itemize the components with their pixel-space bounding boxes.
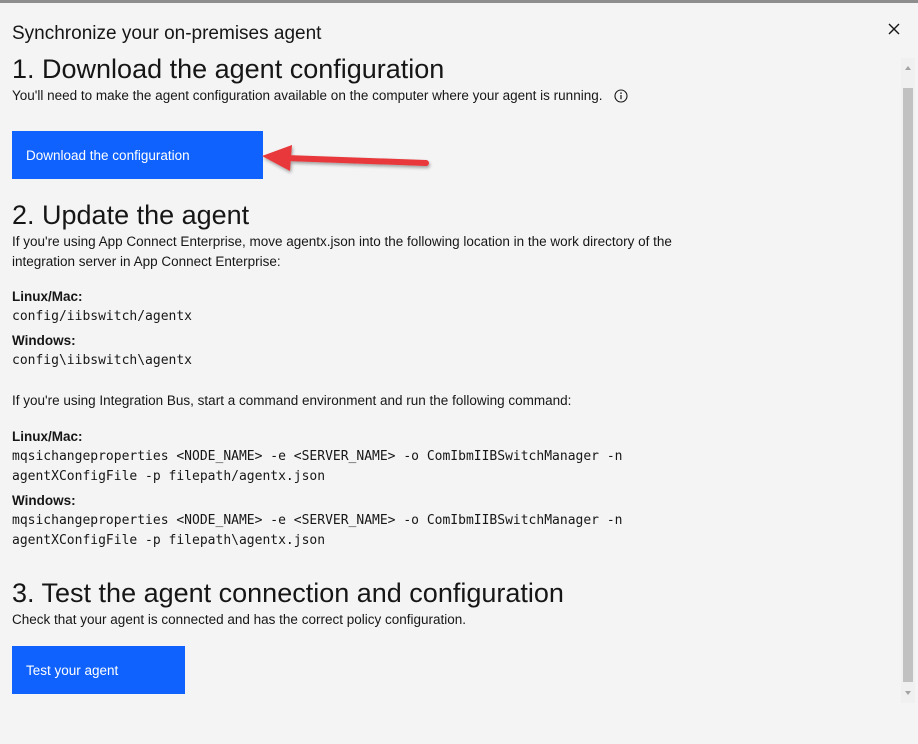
step2-heading: 2. Update the agent: [12, 200, 250, 230]
ace-description: If you're using App Connect Enterprise, …: [12, 234, 672, 269]
iib-description: If you're using Integration Bus, start a…: [12, 393, 572, 408]
dialog-content: 1. Download the agent configuration You'…: [12, 53, 892, 694]
test-agent-button[interactable]: Test your agent: [12, 646, 185, 694]
step3-heading: 3. Test the agent connection and configu…: [12, 578, 564, 608]
information-icon[interactable]: [614, 89, 628, 109]
ace-windows-path: config\iibswitch\agentx: [12, 353, 193, 368]
ace-windows-label: Windows:: [12, 333, 76, 348]
dialog-title: Synchronize your on-premises agent: [12, 23, 322, 44]
iib-windows-command: mqsichangeproperties <NODE_NAME> -e <SER…: [12, 513, 623, 548]
step-download-section: 1. Download the agent configuration You'…: [12, 52, 892, 179]
step1-heading: 1. Download the agent configuration: [12, 54, 445, 84]
close-button[interactable]: [884, 19, 904, 39]
vertical-scrollbar[interactable]: [901, 58, 915, 703]
step3-description: Check that your agent is connected and h…: [12, 612, 467, 627]
close-icon: [888, 23, 900, 35]
step1-description-text: You'll need to make the agent configurat…: [12, 88, 603, 103]
red-arrow-icon: [262, 145, 429, 171]
ace-linux-label: Linux/Mac:: [12, 289, 83, 304]
download-configuration-button[interactable]: Download the configuration: [12, 131, 263, 179]
step-update-section: 2. Update the agent If you're using App …: [12, 198, 892, 551]
scroll-up-arrow-icon[interactable]: [903, 63, 913, 73]
step1-description: You'll need to make the agent configurat…: [12, 86, 892, 109]
scroll-down-arrow-icon[interactable]: [903, 688, 913, 698]
iib-windows-label: Windows:: [12, 493, 76, 508]
step-test-section: 3. Test the agent connection and configu…: [12, 576, 892, 694]
iib-linux-label: Linux/Mac:: [12, 429, 83, 444]
scrollbar-thumb[interactable]: [903, 88, 913, 682]
ace-linux-path: config/iibswitch/agentx: [12, 309, 193, 324]
iib-linux-command: mqsichangeproperties <NODE_NAME> -e <SER…: [12, 449, 623, 484]
sync-agent-dialog: Synchronize your on-premises agent 1. Do…: [0, 3, 918, 744]
